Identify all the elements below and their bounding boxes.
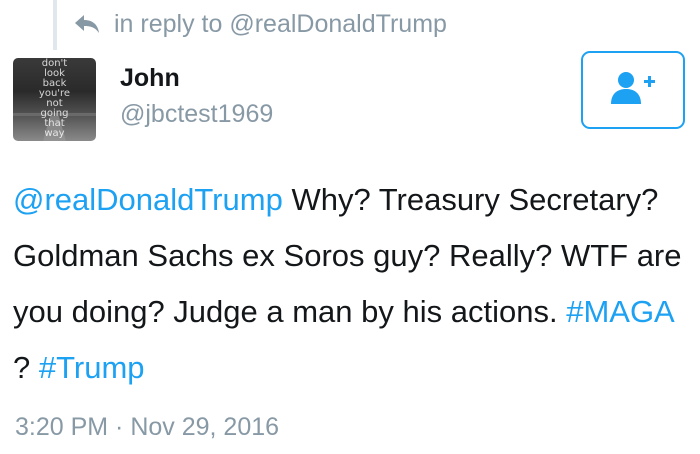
tweet-body-tail: ? — [13, 350, 31, 385]
follow-button[interactable] — [581, 51, 685, 129]
timestamp[interactable]: 3:20 PM · Nov 29, 2016 — [15, 413, 279, 442]
reply-context-prefix: in reply to — [114, 9, 223, 38]
hashtag-link[interactable]: #Trump — [39, 350, 145, 385]
tweet-text: @realDonaldTrump Why? Treasury Secretary… — [13, 172, 693, 396]
mention-link[interactable]: @realDonaldTrump — [13, 182, 283, 217]
avatar-text: don't look back you're not going that wa… — [38, 58, 71, 139]
screen-name[interactable]: @jbctest1969 — [120, 100, 273, 129]
follow-user-plus-icon — [609, 70, 657, 111]
reply-context-handle[interactable]: @realDonaldTrump — [229, 10, 447, 38]
display-name[interactable]: John — [120, 64, 180, 93]
tweet-card: in reply to @realDonaldTrump don't look … — [0, 0, 700, 454]
reply-thread-line — [53, 0, 57, 50]
hashtag-link[interactable]: #MAGA — [566, 294, 673, 329]
reply-arrow-icon — [74, 14, 100, 34]
reply-context[interactable]: in reply to @realDonaldTrump — [74, 8, 447, 40]
avatar[interactable]: don't look back you're not going that wa… — [13, 58, 96, 141]
